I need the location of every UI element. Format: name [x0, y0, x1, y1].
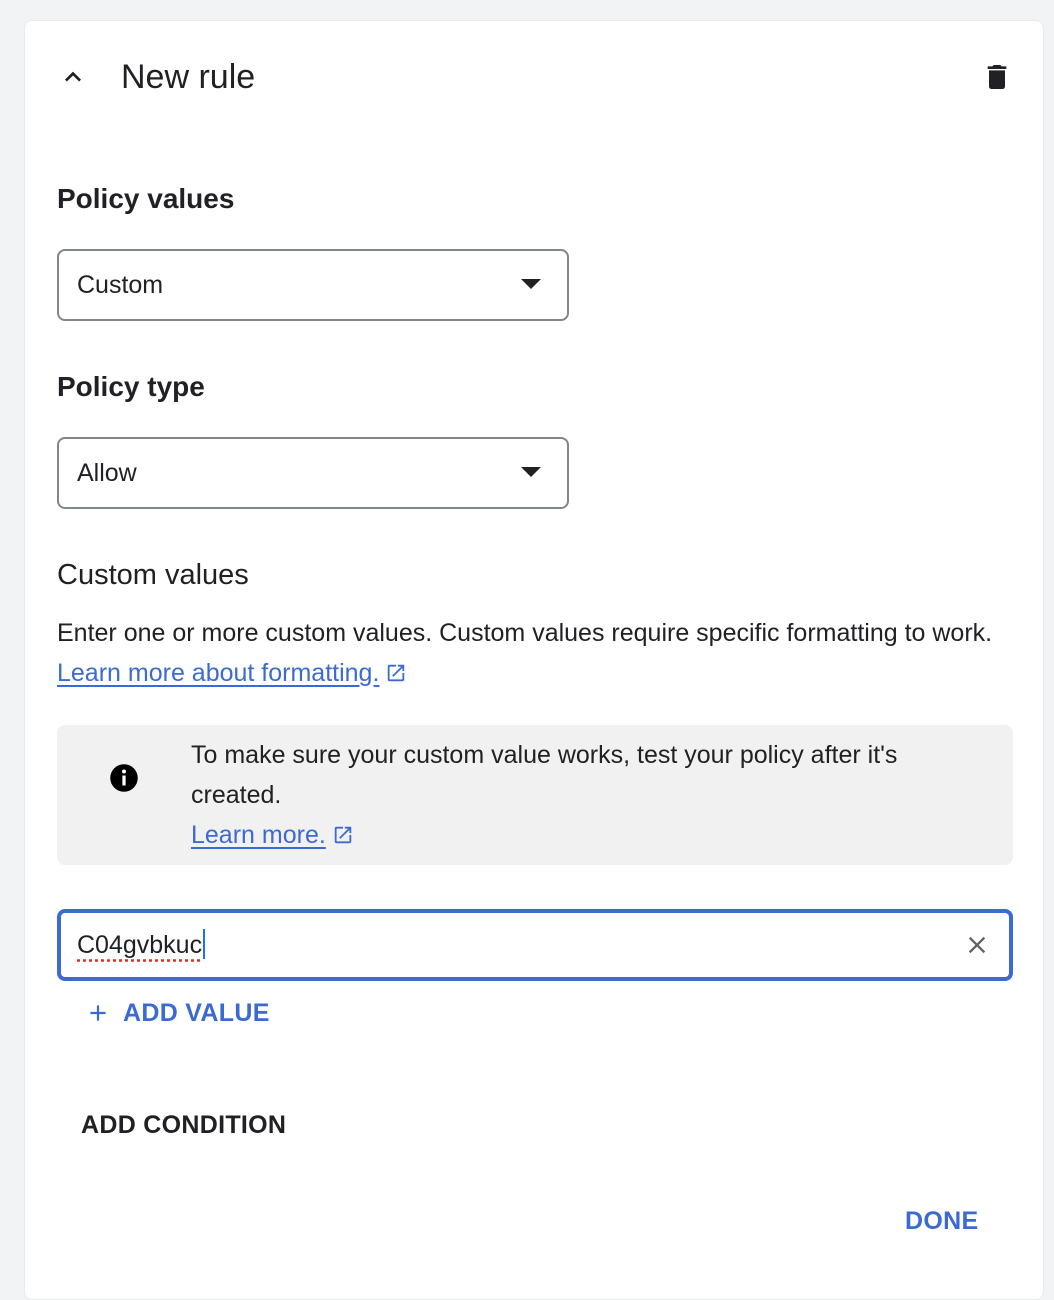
learn-more-link[interactable]: Learn more.	[191, 821, 326, 849]
custom-values-description: Enter one or more custom values. Custom …	[57, 613, 997, 693]
text-caret	[203, 929, 206, 959]
custom-value-input[interactable]: C04gvbkuc	[57, 909, 1013, 981]
trash-icon[interactable]	[981, 61, 1013, 93]
add-condition-button[interactable]: ADD CONDITION	[81, 1107, 286, 1143]
close-icon[interactable]	[963, 931, 991, 959]
info-banner: To make sure your custom value works, te…	[57, 725, 1013, 865]
policy-values-selected: Custom	[77, 271, 164, 299]
policy-type-heading: Policy type	[57, 371, 205, 402]
custom-value-text[interactable]: C04gvbkuc	[77, 913, 206, 977]
policy-type-selected: Allow	[77, 459, 137, 487]
rule-title: New rule	[121, 58, 256, 96]
policy-type-select[interactable]: Allow	[57, 437, 569, 509]
done-button[interactable]: DONE	[905, 1203, 978, 1239]
dropdown-arrow-icon	[521, 467, 541, 477]
add-value-button[interactable]: ADD VALUE	[85, 995, 270, 1031]
policy-values-select[interactable]: Custom	[57, 249, 569, 321]
info-message: To make sure your custom value works, te…	[191, 741, 898, 809]
dropdown-arrow-icon	[521, 279, 541, 289]
plus-icon	[90, 1005, 106, 1021]
open-in-new-icon[interactable]	[385, 662, 407, 684]
chevron-up-icon[interactable]	[57, 61, 89, 93]
info-text: To make sure your custom value works, te…	[191, 735, 971, 855]
policy-values-heading: Policy values	[57, 183, 235, 214]
formatting-link[interactable]: Learn more about formatting.	[57, 659, 379, 687]
open-in-new-icon[interactable]	[332, 824, 354, 846]
rule-card: New rule Policy values Custom Policy typ…	[24, 20, 1044, 1300]
description-text: Enter one or more custom values. Custom …	[57, 619, 993, 647]
info-icon	[110, 764, 138, 792]
add-value-label: ADD VALUE	[123, 998, 270, 1027]
custom-values-heading: Custom values	[57, 559, 249, 591]
custom-value-content: C04gvbkuc	[77, 931, 203, 959]
